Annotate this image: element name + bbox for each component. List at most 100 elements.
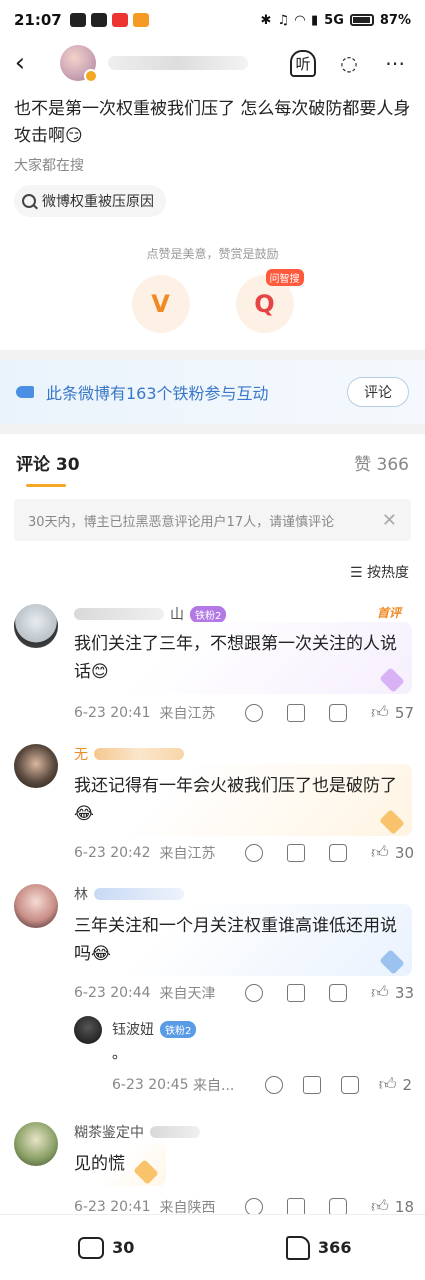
emoji-react-icon[interactable] — [245, 843, 264, 862]
reply-icon[interactable] — [329, 1197, 348, 1216]
comment-actions: 👍︎ 33 — [245, 982, 414, 1003]
comment-actions: 👍︎ 57 — [245, 702, 414, 723]
bottom-action-bar: 30 366 — [0, 1214, 425, 1280]
fans-interaction-bar: 此条微博有163个铁粉参与互动 评论 — [0, 360, 425, 424]
commenter-avatar[interactable] — [14, 744, 58, 788]
emoji-react-icon[interactable] — [264, 1075, 283, 1094]
commenter-name-prefix: 无 — [74, 747, 88, 763]
app-notification-icon-2 — [132, 13, 149, 27]
comment-text-content: 我还记得有一年会火被我们压了也是破防了😂 — [74, 776, 397, 824]
emoji-react-icon[interactable] — [245, 983, 264, 1002]
reply-time: 6-23 20:45 — [112, 1076, 189, 1093]
tab-comments[interactable]: 评论 30 — [16, 450, 80, 487]
commenter-name-blurred — [94, 748, 184, 760]
comment-meta: 6-23 20:41 来自江苏 👍︎ 57 — [74, 702, 414, 723]
tab-likes[interactable]: 赞 366 — [354, 450, 409, 475]
bottom-comment-button[interactable]: 30 — [0, 1236, 213, 1259]
app-notification-icon — [111, 13, 128, 27]
like-count: 2 — [402, 1075, 412, 1094]
reply-item: 钰波妞 铁粉2 。 6-23 20:45 来自... 👍︎ 2 — [74, 1016, 414, 1096]
reply-icon[interactable] — [329, 703, 348, 722]
verified-badge-icon — [84, 69, 98, 83]
moderation-notice: 30天内，博主已拉黑恶意评论用户17人，请谨慎评论 ✕ — [14, 499, 411, 541]
ask-ai-tag: 问智搜 — [265, 269, 304, 286]
hot-search-chip[interactable]: 微博权重被压原因 — [14, 185, 166, 217]
author-name-blurred[interactable] — [108, 56, 248, 70]
commenter-avatar[interactable] — [14, 604, 58, 648]
like-count: 30 — [394, 843, 414, 862]
share-icon[interactable] — [287, 843, 306, 862]
ask-search-icon: Q — [254, 290, 275, 318]
thumb-up-icon: 👍︎ — [378, 1075, 397, 1095]
listen-button[interactable]: 听 — [289, 49, 317, 77]
comment-location: 来自江苏 — [159, 845, 216, 862]
encourage-text: 点赞是美意，赞赏是鼓励 — [146, 247, 279, 261]
share-icon[interactable] — [302, 1075, 321, 1094]
more-dots-icon: ⋯ — [385, 51, 405, 75]
section-divider — [0, 350, 425, 360]
share-icon[interactable] — [287, 1197, 306, 1216]
reply-icon[interactable] — [329, 843, 348, 862]
reply-icon[interactable] — [329, 983, 348, 1002]
reply-icon[interactable] — [340, 1075, 359, 1094]
bottom-comment-count: 30 — [112, 1238, 135, 1257]
share-icon[interactable] — [287, 703, 306, 722]
commenter-avatar[interactable] — [14, 884, 58, 928]
search-icon — [22, 194, 36, 208]
comment-text: 我们关注了三年，不想跟第一次关注的人说话😊 — [66, 622, 412, 694]
hot-search-label: 微博权重被压原因 — [42, 194, 154, 210]
reply-avatar[interactable] — [74, 1016, 102, 1044]
emoji-react-icon[interactable] — [245, 1197, 264, 1216]
comment-text-content: 三年关注和一个月关注权重谁高谁低还用说吗😂 — [74, 916, 397, 964]
commenter-name[interactable]: 糊茶鉴定中 — [74, 1122, 200, 1142]
signal-icon: ▮ — [311, 12, 319, 28]
emoji-react-icon[interactable] — [245, 703, 264, 722]
comment-item: 无 我还记得有一年会火被我们压了也是破防了😂 6-23 20:42 来自江苏 👍… — [0, 740, 425, 865]
gem-icon — [379, 809, 405, 835]
nfc-icon — [90, 13, 107, 27]
sort-toggle[interactable]: ☰ 按热度 — [350, 562, 409, 582]
commenter-name-suffix: 山 — [170, 607, 184, 623]
thumb-up-icon — [286, 1235, 311, 1260]
bottom-like-button[interactable]: 366 — [213, 1235, 425, 1260]
reply-author[interactable]: 钰波妞 铁粉2 — [112, 1019, 197, 1039]
back-button[interactable]: ‹ — [0, 40, 40, 86]
reply-meta: 6-23 20:45 来自... 👍︎ 2 — [112, 1074, 412, 1095]
wifi-icon: ◠ — [295, 12, 305, 28]
gem-icon — [379, 667, 405, 693]
fan-badge: 铁粉2 — [160, 1020, 197, 1038]
close-icon[interactable]: ✕ — [382, 510, 397, 531]
comment-meta: 6-23 20:42 来自江苏 👍︎ 30 — [74, 842, 414, 863]
like-button[interactable]: 👍︎ 33 — [371, 982, 414, 1003]
thumb-up-icon: 👍︎ — [371, 843, 389, 863]
battery-level: 87% — [379, 12, 411, 28]
commenter-name-blurred — [74, 608, 164, 620]
top-bar: ‹ 听 ◌ ⋯ — [0, 40, 425, 86]
ai-search-button[interactable]: ◌ — [335, 49, 363, 77]
comment-time: 6-23 20:42 — [74, 844, 151, 861]
mute-icon: ♫ — [277, 12, 289, 28]
commenter-name[interactable]: 山 铁粉2 — [74, 604, 227, 624]
ask-ai-button[interactable]: 问智搜 Q — [235, 269, 304, 333]
author-avatar[interactable] — [60, 45, 98, 83]
commenter-avatar[interactable] — [14, 1122, 58, 1166]
reward-row: V 问智搜 Q — [0, 269, 425, 333]
more-button[interactable]: ⋯ — [381, 49, 409, 77]
reward-button[interactable]: V — [131, 275, 190, 333]
commenter-name[interactable]: 无 — [74, 744, 184, 764]
like-count: 18 — [394, 1197, 414, 1216]
like-button[interactable]: 👍︎ 2 — [379, 1074, 412, 1095]
fans-interaction-text: 此条微博有163个铁粉参与互动 — [46, 384, 269, 403]
share-icon[interactable] — [287, 983, 306, 1002]
comment-meta: 6-23 20:44 来自天津 👍︎ 33 — [74, 982, 414, 1003]
comment-location: 来自江苏 — [159, 705, 216, 722]
like-button[interactable]: 👍︎ 30 — [371, 842, 414, 863]
commenter-name[interactable]: 林 — [74, 884, 184, 904]
comment-pill-button[interactable]: 评论 — [347, 377, 409, 407]
commenter-name-prefix: 糊茶鉴定中 — [74, 1125, 144, 1141]
comment-bubble-icon — [78, 1236, 105, 1259]
search-hint-label: 大家都在搜 — [14, 158, 84, 174]
post-text: 也不是第一次权重被我们压了 怎么每次破防都要人身攻击啊😏 — [14, 99, 411, 146]
gem-icon — [133, 1159, 159, 1185]
like-button[interactable]: 👍︎ 57 — [371, 702, 414, 723]
